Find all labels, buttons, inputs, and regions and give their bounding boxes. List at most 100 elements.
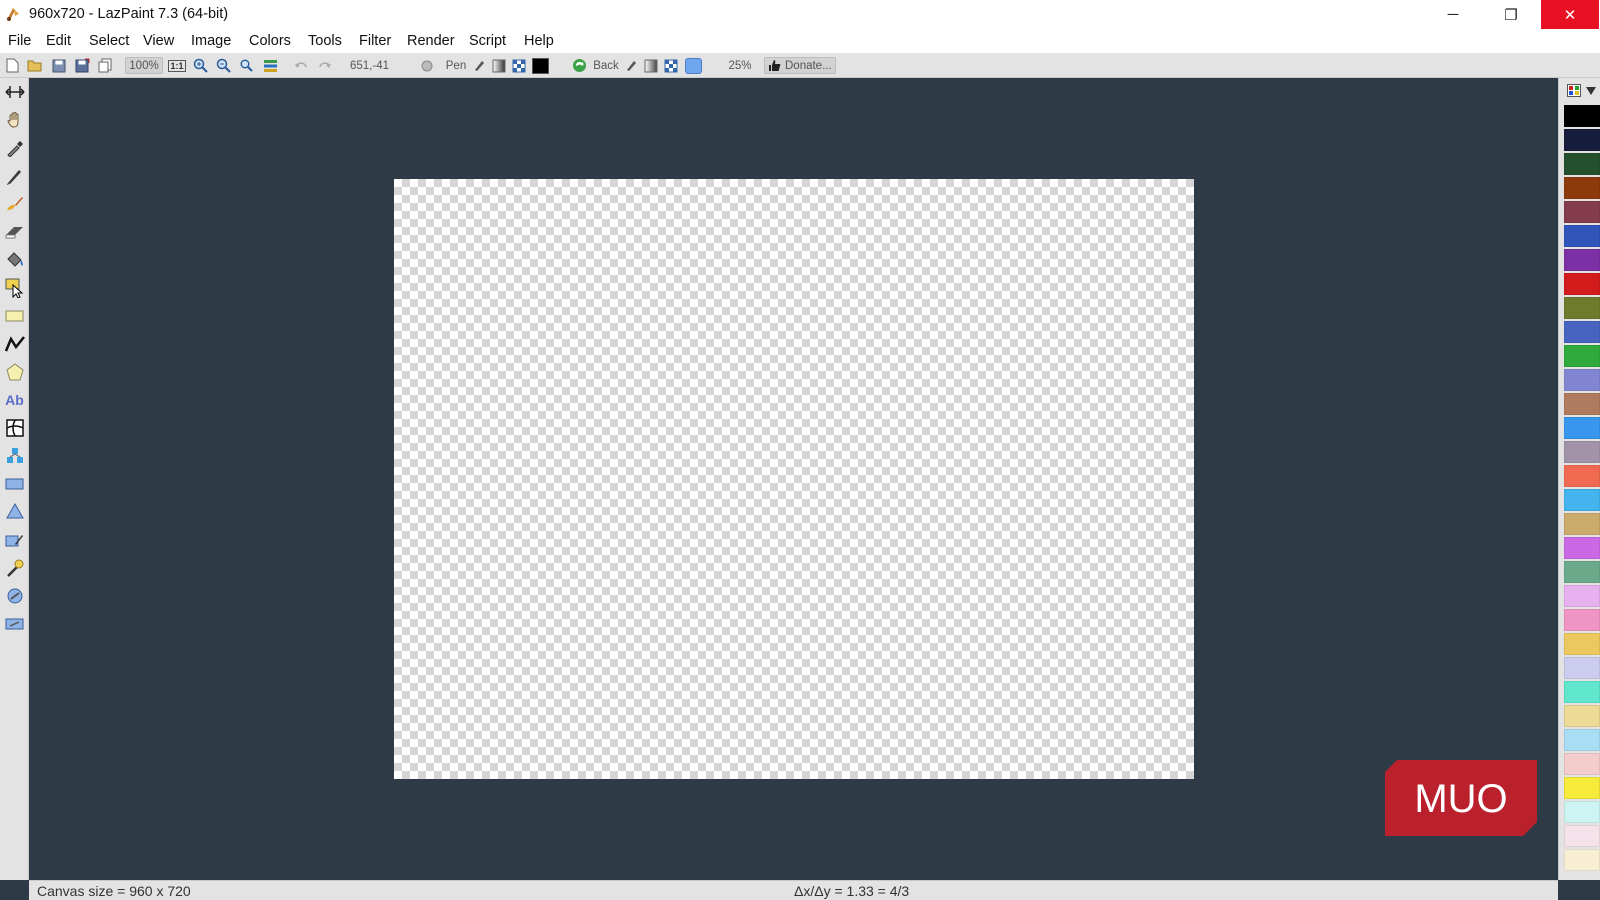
menu-help[interactable]: Help bbox=[524, 33, 554, 49]
palette-swatch[interactable] bbox=[1564, 465, 1600, 487]
back-texture-button[interactable] bbox=[662, 57, 680, 74]
tool-select-rectangle[interactable] bbox=[4, 473, 25, 494]
back-gradient-button[interactable] bbox=[642, 57, 660, 74]
tool-polyline[interactable] bbox=[4, 333, 25, 354]
new-file-button[interactable] bbox=[3, 57, 21, 74]
gradient-fill-button[interactable] bbox=[490, 57, 508, 74]
back-color-fill-button[interactable] bbox=[622, 57, 640, 74]
image-canvas[interactable] bbox=[394, 179, 1194, 779]
palette-swatch[interactable] bbox=[1564, 489, 1600, 511]
palette-swatch[interactable] bbox=[1564, 801, 1600, 823]
tool-text[interactable]: Ab bbox=[4, 389, 25, 410]
tool-clone[interactable] bbox=[4, 445, 25, 466]
menu-edit[interactable]: Edit bbox=[46, 33, 71, 49]
palette-swatch[interactable] bbox=[1564, 153, 1600, 175]
palette-swatch[interactable] bbox=[1564, 513, 1600, 535]
palette-swatch[interactable] bbox=[1564, 441, 1600, 463]
opacity-readout[interactable]: 25% bbox=[725, 57, 755, 74]
tool-move-selection[interactable] bbox=[4, 81, 25, 102]
palette-swatch[interactable] bbox=[1564, 129, 1600, 151]
palette-swatch[interactable] bbox=[1564, 249, 1600, 271]
donate-button[interactable]: Donate... bbox=[764, 57, 836, 74]
palette-dropdown-icon[interactable] bbox=[1586, 87, 1596, 95]
palette-swatch[interactable] bbox=[1564, 537, 1600, 559]
open-file-button[interactable] bbox=[26, 57, 44, 74]
palette-swatch[interactable] bbox=[1564, 681, 1600, 703]
palette-swatch[interactable] bbox=[1564, 657, 1600, 679]
zoom-in-button[interactable] bbox=[191, 57, 209, 74]
tool-color-picker[interactable] bbox=[4, 137, 25, 158]
pen-color-swatch[interactable] bbox=[531, 57, 549, 74]
menu-image[interactable]: Image bbox=[191, 33, 231, 49]
palette-swatch[interactable] bbox=[1564, 561, 1600, 583]
menu-colors[interactable]: Colors bbox=[249, 33, 291, 49]
actual-size-icon: 1:1 bbox=[168, 59, 186, 72]
tool-edit-shape[interactable] bbox=[4, 277, 25, 298]
tool-select-ellipse[interactable] bbox=[4, 585, 25, 606]
palette-swatch[interactable] bbox=[1564, 825, 1600, 847]
tool-deformation-grid[interactable] bbox=[4, 417, 25, 438]
menu-render[interactable]: Render bbox=[407, 33, 455, 49]
zoom-out-button[interactable] bbox=[214, 57, 232, 74]
palette-swatch[interactable] bbox=[1564, 321, 1600, 343]
palette-swatch[interactable] bbox=[1564, 633, 1600, 655]
pen-color-button[interactable] bbox=[470, 57, 488, 74]
tool-magic-wand[interactable] bbox=[4, 557, 25, 578]
tool-hand[interactable] bbox=[4, 109, 25, 130]
palette-swatch[interactable] bbox=[1564, 297, 1600, 319]
restore-button[interactable]: ❐ bbox=[1482, 0, 1540, 29]
tool-rectangle[interactable] bbox=[4, 305, 25, 326]
back-color-swatch[interactable] bbox=[684, 57, 702, 74]
polyline-icon bbox=[4, 335, 25, 351]
palette-swatch[interactable] bbox=[1564, 393, 1600, 415]
tool-select-pen[interactable] bbox=[4, 529, 25, 550]
swap-colors-button[interactable] bbox=[570, 57, 588, 74]
palette-swatch[interactable] bbox=[1564, 201, 1600, 223]
palette-swatch[interactable] bbox=[1564, 345, 1600, 367]
palette-swatch[interactable] bbox=[1564, 849, 1600, 871]
copy-button[interactable] bbox=[96, 57, 114, 74]
tool-options-button[interactable] bbox=[418, 57, 436, 74]
palette-swatch[interactable] bbox=[1564, 417, 1600, 439]
close-button[interactable]: ✕ bbox=[1541, 0, 1599, 29]
palette-menu-icon[interactable] bbox=[1567, 84, 1581, 97]
palette-swatch[interactable] bbox=[1564, 705, 1600, 727]
save-as-button[interactable] bbox=[73, 57, 91, 74]
palette-swatch[interactable] bbox=[1564, 369, 1600, 391]
tool-select-polygon[interactable] bbox=[4, 501, 25, 522]
save-button[interactable] bbox=[50, 57, 68, 74]
tool-brush[interactable] bbox=[4, 193, 25, 214]
minimize-button[interactable]: ─ bbox=[1424, 0, 1482, 29]
palette-swatch[interactable] bbox=[1564, 273, 1600, 295]
menu-select[interactable]: Select bbox=[89, 33, 129, 49]
zoom-fit-button[interactable] bbox=[237, 57, 255, 74]
palette-swatch[interactable] bbox=[1564, 609, 1600, 631]
zoom-fit-icon bbox=[240, 59, 253, 72]
select-ellipse-icon bbox=[7, 588, 22, 603]
palette-swatch[interactable] bbox=[1564, 753, 1600, 775]
palette-swatch[interactable] bbox=[1564, 777, 1600, 799]
undo-button[interactable] bbox=[292, 57, 310, 74]
tool-pen[interactable] bbox=[4, 165, 25, 186]
palette-swatch[interactable] bbox=[1564, 225, 1600, 247]
tool-eraser[interactable] bbox=[4, 221, 25, 242]
zoom-actual-size-button[interactable]: 1:1 bbox=[168, 57, 186, 74]
menu-filter[interactable]: Filter bbox=[359, 33, 391, 49]
watermark-text: MUO bbox=[1414, 777, 1507, 821]
menu-script[interactable]: Script bbox=[469, 33, 506, 49]
palette-swatch[interactable] bbox=[1564, 105, 1600, 127]
tool-select-layer[interactable] bbox=[4, 613, 25, 634]
palette-swatch[interactable] bbox=[1564, 177, 1600, 199]
palette-swatch[interactable] bbox=[1564, 585, 1600, 607]
layers-button[interactable] bbox=[261, 57, 279, 74]
menu-file[interactable]: File bbox=[8, 33, 31, 49]
tool-paint-bucket[interactable] bbox=[4, 249, 25, 270]
tool-polygon[interactable] bbox=[4, 361, 25, 382]
menu-tools[interactable]: Tools bbox=[308, 33, 342, 49]
menu-view[interactable]: View bbox=[143, 33, 174, 49]
texture-fill-button[interactable] bbox=[510, 57, 528, 74]
main-toolbar: 100% 1:1 651,-41 Pen Back 25% Donate... bbox=[0, 53, 1600, 78]
zoom-level-field[interactable]: 100% bbox=[125, 57, 163, 74]
palette-swatch[interactable] bbox=[1564, 729, 1600, 751]
redo-button[interactable] bbox=[316, 57, 334, 74]
